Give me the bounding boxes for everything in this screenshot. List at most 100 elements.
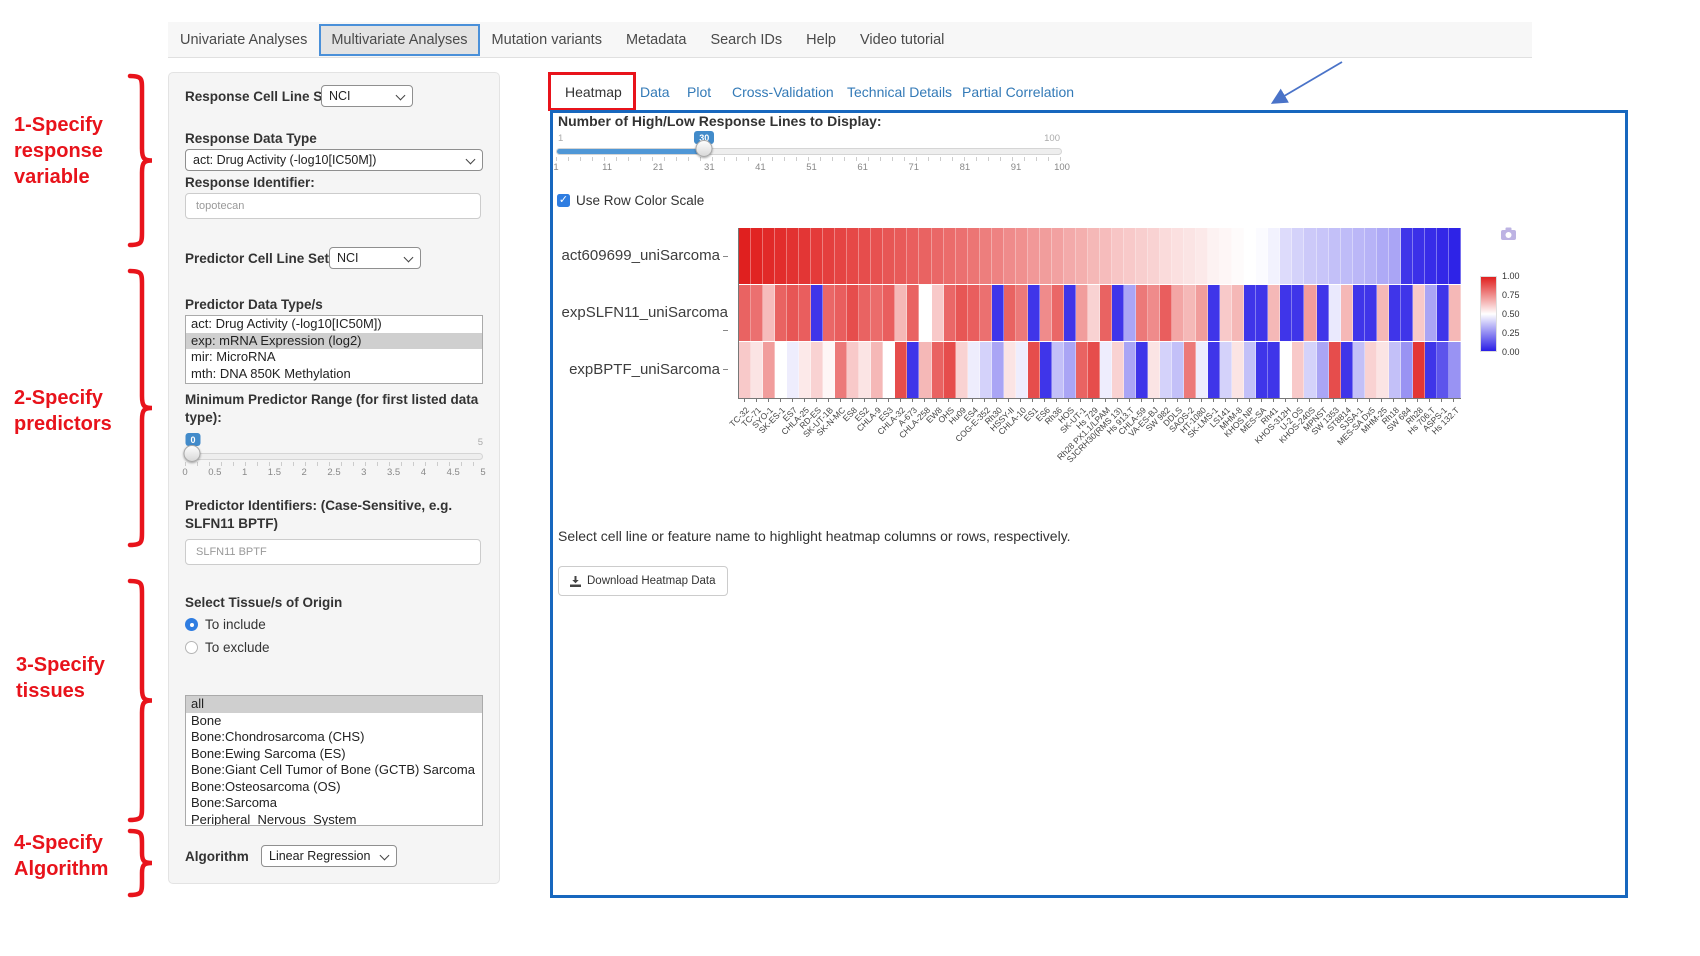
- heatmap-cell: [919, 228, 931, 284]
- list-option[interactable]: Bone: [186, 713, 482, 730]
- heatmap-x-tick: [1381, 399, 1382, 402]
- response-lines-handle[interactable]: [696, 140, 713, 157]
- heatmap-cell: [847, 285, 859, 341]
- heatmap-x-tick: [852, 399, 853, 402]
- list-option[interactable]: Bone:Chondrosarcoma (CHS): [186, 729, 482, 746]
- response-lines-track[interactable]: [556, 148, 1062, 155]
- heatmap-cell: [1365, 228, 1377, 284]
- heatmap-cell: [1052, 342, 1064, 398]
- slider-tick-label: 81: [960, 162, 971, 173]
- nav-item-metadata[interactable]: Metadata: [614, 24, 698, 56]
- min-predictor-range-track[interactable]: [185, 453, 483, 460]
- heatmap-cell: [1401, 342, 1413, 398]
- row-color-scale-checkbox[interactable]: ✓: [557, 194, 570, 207]
- heatmap-x-tick: [960, 399, 961, 402]
- heatmap-cell: [1304, 228, 1316, 284]
- list-option[interactable]: Bone:Giant Cell Tumor of Bone (GCTB) Sar…: [186, 762, 482, 779]
- heatmap-cell: [1208, 228, 1220, 284]
- heatmap-cell: [1377, 228, 1389, 284]
- heatmap-cell: [968, 285, 980, 341]
- tab-technical-details[interactable]: Technical Details: [847, 84, 952, 100]
- list-option[interactable]: Peripheral_Nervous_System: [186, 812, 482, 827]
- heatmap-cell: [1184, 342, 1196, 398]
- min-predictor-range-grid: [185, 462, 483, 466]
- heatmap-cell: [1341, 228, 1353, 284]
- list-option[interactable]: all: [186, 696, 482, 713]
- heatmap-cell: [1449, 228, 1461, 284]
- list-option[interactable]: act: Drug Activity (-log10[IC50M]): [186, 316, 482, 333]
- heatmap-cell: [1172, 342, 1184, 398]
- heatmap-cell: [956, 342, 968, 398]
- heatmap-x-tick: [996, 399, 997, 402]
- tab-cross-validation[interactable]: Cross-Validation: [732, 84, 834, 100]
- tab-plot[interactable]: Plot: [687, 84, 711, 100]
- heatmap-cell: [895, 285, 907, 341]
- heatmap-cell: [1280, 285, 1292, 341]
- response-cell-line-set-select[interactable]: NCI: [321, 85, 413, 107]
- predictor-data-types-listbox[interactable]: act: Drug Activity (-log10[IC50M])exp: m…: [185, 315, 483, 384]
- colorbar-label: 0.50: [1502, 309, 1520, 319]
- heatmap-cell: [919, 342, 931, 398]
- list-option[interactable]: Bone:Ewing Sarcoma (ES): [186, 746, 482, 763]
- list-option[interactable]: mir: MicroRNA: [186, 349, 482, 366]
- heatmap-cell: [992, 342, 1004, 398]
- nav-item-univariate-analyses[interactable]: Univariate Analyses: [168, 24, 319, 56]
- slider-tick-label: 0: [182, 467, 187, 478]
- heatmap-x-tick: [1285, 399, 1286, 402]
- nav-item-search-ids[interactable]: Search IDs: [698, 24, 794, 56]
- min-predictor-range-max-label: 5: [478, 437, 483, 448]
- algorithm-select[interactable]: Linear Regression: [261, 845, 397, 867]
- heatmap-x-tick: [1321, 399, 1322, 402]
- nav-item-multivariate-analyses[interactable]: Multivariate Analyses: [319, 24, 479, 56]
- list-option[interactable]: exp: mRNA Expression (log2): [186, 333, 482, 350]
- response-lines-slider: 1 100 30 1112131415161718191100: [556, 131, 1062, 177]
- heatmap-cell: [1353, 285, 1365, 341]
- nav-item-video-tutorial[interactable]: Video tutorial: [848, 24, 956, 56]
- heatmap-cell: [1004, 342, 1016, 398]
- heatmap-row-label-expBPTF_uniSarcoma[interactable]: expBPTF_uniSarcoma: [556, 361, 728, 378]
- tissue-listbox[interactable]: allBoneBone:Chondrosarcoma (CHS)Bone:Ewi…: [185, 695, 483, 826]
- colorbar-label: 0.25: [1502, 328, 1520, 338]
- heatmap-cell: [932, 342, 944, 398]
- heatmap-cell: [739, 342, 751, 398]
- heatmap-cell: [1425, 285, 1437, 341]
- heatmap-cell: [919, 285, 931, 341]
- predictor-identifiers-input[interactable]: [185, 539, 481, 565]
- heatmap-cell: [1112, 285, 1124, 341]
- download-heatmap-data-button[interactable]: Download Heatmap Data: [558, 566, 728, 596]
- heatmap-x-tick: [1333, 399, 1334, 402]
- heatmap-cell: [1028, 285, 1040, 341]
- heatmap-cell: [1304, 285, 1316, 341]
- nav-item-help[interactable]: Help: [794, 24, 848, 56]
- list-option[interactable]: Bone:Sarcoma: [186, 795, 482, 812]
- heatmap-cell: [823, 228, 835, 284]
- tissue-exclude-radio[interactable]: To exclude: [185, 640, 270, 655]
- heatmap-cell: [823, 285, 835, 341]
- heatmap-row-label-expSLFN11_uniSarcoma[interactable]: expSLFN11_uniSarcoma: [556, 304, 728, 338]
- heatmap-row-label-act609699_uniSarcoma[interactable]: act609699_uniSarcoma: [556, 247, 728, 264]
- response-identifier-input[interactable]: [185, 193, 481, 219]
- brace-step1: [126, 73, 156, 248]
- tab-data[interactable]: Data: [640, 84, 670, 100]
- list-option[interactable]: Bone:Osteosarcoma (OS): [186, 779, 482, 796]
- heatmap-cell: [1028, 228, 1040, 284]
- heatmap-x-tick: [1080, 399, 1081, 402]
- heatmap-cell: [980, 342, 992, 398]
- heatmap-cell: [1160, 342, 1172, 398]
- heatmap-x-tick: [1225, 399, 1226, 402]
- nav-item-mutation-variants[interactable]: Mutation variants: [480, 24, 614, 56]
- min-predictor-range-handle[interactable]: [184, 445, 201, 462]
- heatmap-x-tick: [1273, 399, 1274, 402]
- heatmap-x-tick: [756, 399, 757, 402]
- list-option[interactable]: mth: DNA 850K Methylation: [186, 366, 482, 383]
- heatmap-x-tick: [984, 399, 985, 402]
- heatmap-cell: [835, 285, 847, 341]
- camera-icon[interactable]: [1500, 226, 1517, 241]
- heatmap-cell: [1040, 285, 1052, 341]
- predictor-cell-line-set-select[interactable]: NCI: [329, 247, 421, 269]
- heatmap-x-tick: [804, 399, 805, 402]
- heatmap-cell: [859, 285, 871, 341]
- response-data-type-select[interactable]: act: Drug Activity (-log10[IC50M]): [185, 149, 483, 171]
- tab-partial-correlation[interactable]: Partial Correlation: [962, 84, 1074, 100]
- tissue-include-radio[interactable]: To include: [185, 617, 266, 632]
